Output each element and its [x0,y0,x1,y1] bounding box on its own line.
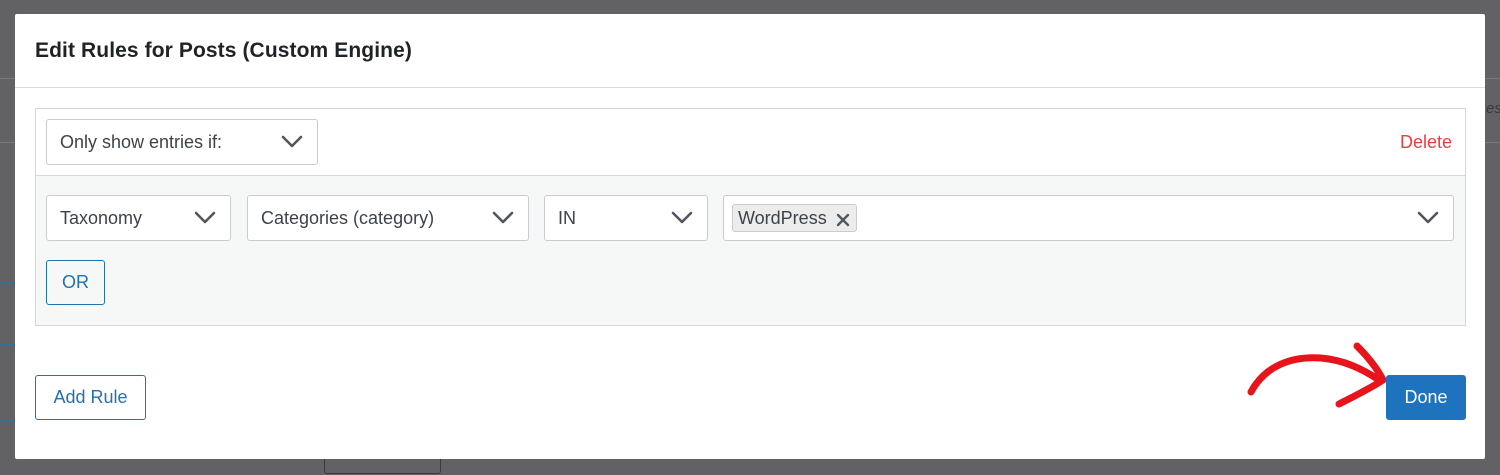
background-divider [1485,78,1500,79]
chevron-down-icon [671,211,693,225]
operator-select-value: IN [558,207,576,228]
condition-select[interactable]: Only show entries if: [46,119,318,165]
background-accent [0,282,15,284]
background-accent [0,344,15,346]
modal-title: Edit Rules for Posts (Custom Engine) [35,38,412,62]
taxonomy-select-value: Categories (category) [261,207,435,228]
background-divider [1485,142,1500,143]
taxonomy-select[interactable]: Categories (category) [247,195,529,241]
done-button[interactable]: Done [1386,375,1466,420]
terms-multiselect[interactable]: WordPress [723,195,1454,241]
term-tag-label: WordPress [738,207,827,228]
operator-select[interactable]: IN [544,195,708,241]
background-accent [0,419,15,421]
rule-group: Only show entries if: Delete Taxonomy Ca… [35,108,1466,326]
chevron-down-icon [281,135,303,149]
red-arrow-icon [1247,342,1387,408]
or-button[interactable]: OR [46,260,105,305]
delete-rule-group-link[interactable]: Delete [1400,132,1452,153]
term-tag: WordPress [732,204,857,232]
background-divider [0,78,15,79]
chevron-down-icon [1417,211,1439,225]
rule-group-header: Only show entries if: Delete [36,109,1465,176]
condition-select-value: Only show entries if: [60,131,223,152]
field-select-value: Taxonomy [60,207,143,228]
field-select[interactable]: Taxonomy [46,195,231,241]
modal-header: Edit Rules for Posts (Custom Engine) [15,14,1485,88]
add-rule-button[interactable]: Add Rule [35,375,146,420]
background-text: es, [1486,100,1500,117]
edit-rules-modal: Edit Rules for Posts (Custom Engine) Onl… [15,14,1485,459]
background-divider [0,142,15,143]
chevron-down-icon [194,211,216,225]
chevron-down-icon [492,211,514,225]
close-icon[interactable] [836,211,850,227]
